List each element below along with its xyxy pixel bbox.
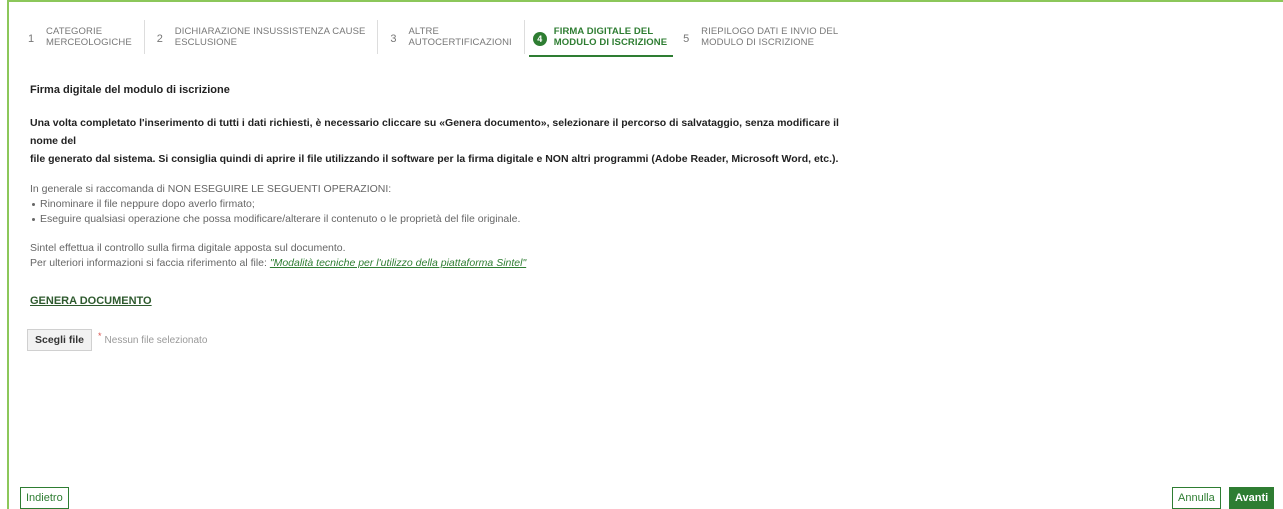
- step-number: 1: [27, 33, 35, 45]
- back-button[interactable]: Indietro: [20, 487, 69, 509]
- file-status-text: Nessun file selezionato: [104, 334, 208, 346]
- info-block: Sintel effettua il controllo sulla firma…: [30, 241, 850, 271]
- section-title: Firma digitale del modulo di iscrizione: [30, 84, 230, 96]
- list-item: Rinominare il file neppure dopo averlo f…: [30, 197, 850, 212]
- step-number: 2: [156, 33, 163, 45]
- step-dichiarazione-insussistenza[interactable]: 2 DICHIARAZIONE INSUSSISTENZA CAUSE ESCL…: [153, 20, 372, 54]
- warning-block: In generale si raccomanda di NON ESEGUIR…: [30, 182, 850, 227]
- step-categorie-merceologiche[interactable]: 1 CATEGORIE MERCEOLOGICHE: [24, 20, 138, 54]
- generate-document-link[interactable]: GENERA DOCUMENTO: [30, 295, 152, 307]
- step-divider: [523, 20, 525, 54]
- step-number: 3: [390, 33, 397, 45]
- step-number-active: 4: [532, 32, 547, 46]
- step-riepilogo-dati[interactable]: 5 RIEPILOGO DATI E INVIO DEL MODULO DI I…: [679, 20, 844, 54]
- instructions-line-1: Una volta completato l'inserimento di tu…: [30, 117, 839, 147]
- signature-check-note: Sintel effettua il controllo sulla firma…: [30, 242, 346, 254]
- next-button[interactable]: Avanti: [1229, 487, 1275, 509]
- wizard-stepper: 1 CATEGORIE MERCEOLOGICHE 2 DICHIARAZION…: [24, 20, 850, 58]
- required-marker: *: [98, 331, 102, 341]
- choose-file-button[interactable]: Scegli file: [27, 329, 93, 351]
- step-firma-digitale[interactable]: 4 FIRMA DIGITALE DEL MODULO DI ISCRIZION…: [528, 20, 674, 57]
- cancel-button[interactable]: Annulla: [1172, 487, 1221, 509]
- warning-heading: In generale si raccomanda di NON ESEGUIR…: [30, 183, 392, 195]
- step-number: 5: [683, 33, 690, 45]
- step-divider: [377, 20, 379, 54]
- list-item: Eseguire qualsiasi operazione che possa …: [30, 212, 850, 227]
- step-label: ALTRE AUTOCERTIFICAZIONI: [408, 26, 512, 48]
- step-label: RIEPILOGO DATI E INVIO DEL MODULO DI ISC…: [701, 26, 839, 48]
- reference-note: Per ulteriori informazioni si faccia rif…: [30, 256, 850, 271]
- step-altre-autocertificazioni[interactable]: 3 ALTRE AUTOCERTIFICAZIONI: [386, 20, 517, 54]
- instructions-line-2: file generato dal sistema. Si consiglia …: [30, 153, 839, 165]
- step-divider: [143, 20, 145, 54]
- warning-list: Rinominare il file neppure dopo averlo f…: [30, 197, 850, 227]
- reference-prefix: Per ulteriori informazioni si faccia rif…: [30, 257, 270, 269]
- step-label: FIRMA DIGITALE DEL MODULO DI ISCRIZIONE: [553, 26, 668, 48]
- instructions-text: Una volta completato l'inserimento di tu…: [30, 114, 850, 168]
- file-upload-row: Scegli file * Nessun file selezionato: [27, 329, 850, 351]
- step-label: CATEGORIE MERCEOLOGICHE: [46, 26, 132, 48]
- main-content: Firma digitale del modulo di iscrizione …: [27, 84, 850, 351]
- technical-guide-link[interactable]: "Modalità tecniche per l'utilizzo della …: [270, 257, 526, 269]
- step-label: DICHIARAZIONE INSUSSISTENZA CAUSE ESCLUS…: [174, 26, 366, 48]
